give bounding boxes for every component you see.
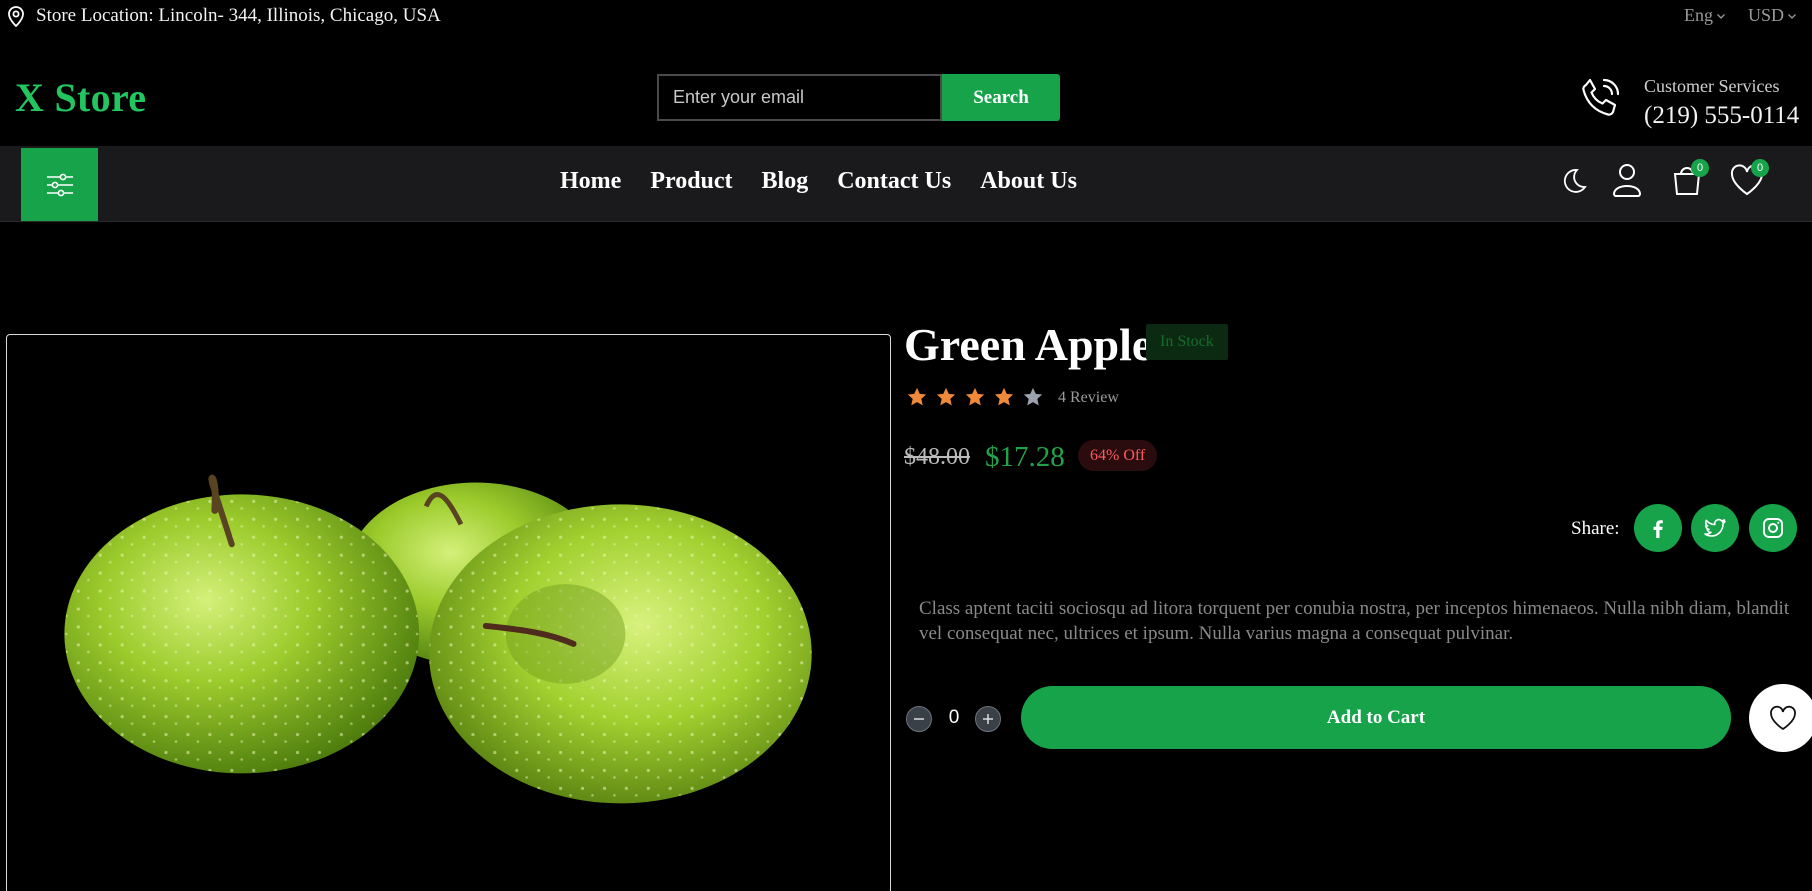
nav-home[interactable]: Home (560, 168, 621, 195)
user-icon (1612, 164, 1642, 197)
nav-about-us[interactable]: About Us (980, 168, 1077, 195)
share-facebook-button[interactable] (1634, 504, 1682, 552)
map-pin-icon (8, 6, 24, 28)
sale-price: $17.28 (985, 441, 1065, 473)
product-description: Class aptent taciti sociosqu ad litora t… (919, 598, 1790, 644)
add-to-cart-button[interactable]: Add to Cart (1021, 686, 1731, 749)
cart-count-badge: 0 (1691, 159, 1709, 177)
nav-contact-us[interactable]: Contact Us (837, 168, 951, 195)
currency-select[interactable]: USD (1748, 5, 1797, 26)
top-bar: Store Location: Lincoln- 344, Illinois, … (0, 0, 1812, 34)
share-twitter-button[interactable] (1691, 504, 1739, 552)
store-location: Store Location: Lincoln- 344, Illinois, … (4, 4, 441, 28)
search-button[interactable]: Search (942, 74, 1060, 121)
plus-icon (983, 714, 993, 724)
store-location-text: Store Location: Lincoln- 344, Illinois, … (36, 5, 441, 26)
star-icon (994, 387, 1014, 406)
quantity-decrease-button[interactable] (906, 706, 932, 732)
facebook-icon (1653, 520, 1663, 538)
nav-blog[interactable]: Blog (762, 168, 809, 195)
product-image (6, 334, 891, 891)
star-empty-icon (1023, 387, 1043, 406)
share-instagram-button[interactable] (1749, 504, 1797, 552)
green-apples-image (64, 474, 812, 804)
customer-services-phone: (219) 555-0114 (1644, 102, 1800, 129)
star-icon (907, 387, 927, 406)
nav-product[interactable]: Product (650, 168, 732, 195)
filter-menu-button[interactable] (21, 148, 98, 221)
moon-icon (1563, 169, 1587, 193)
cart-button[interactable]: 0 (1667, 159, 1709, 200)
main-navbar: Home Product Blog Contact Us About Us 0 … (0, 146, 1812, 222)
phone-icon (1582, 78, 1620, 116)
wishlist-count-badge: 0 (1751, 159, 1769, 177)
stock-status-badge: In Stock (1146, 324, 1228, 360)
quantity-increase-button[interactable] (975, 706, 1001, 732)
language-select[interactable]: Eng (1684, 5, 1726, 26)
share-label: Share: (1571, 518, 1620, 539)
sliders-icon (46, 173, 73, 196)
instagram-icon (1763, 518, 1783, 538)
rating-stars (906, 386, 1044, 408)
heart-icon (1770, 705, 1796, 731)
quantity-value[interactable]: 0 (945, 707, 963, 729)
account-button[interactable] (1607, 160, 1647, 200)
store-logo[interactable]: X Store (15, 74, 146, 121)
theme-toggle-button[interactable] (1553, 160, 1593, 200)
add-to-wishlist-button[interactable] (1749, 684, 1812, 752)
language-value: Eng (1684, 5, 1713, 25)
currency-value: USD (1748, 5, 1785, 25)
star-icon (936, 387, 956, 406)
wishlist-button[interactable]: 0 (1727, 159, 1769, 200)
minus-icon (914, 718, 924, 720)
discount-badge: 64% Off (1078, 440, 1158, 471)
twitter-icon (1704, 518, 1726, 537)
email-search-input[interactable] (657, 74, 942, 121)
star-icon (965, 387, 985, 406)
nav-links: Home Product Blog Contact Us About Us (560, 168, 1077, 195)
review-count[interactable]: 4 Review (1058, 389, 1119, 407)
chevron-down-icon (1788, 13, 1796, 19)
chevron-down-icon (1717, 13, 1725, 19)
original-price: $48.00 (904, 444, 970, 470)
product-title: Green Apple (904, 319, 1153, 370)
customer-services-label: Customer Services (1644, 76, 1780, 96)
